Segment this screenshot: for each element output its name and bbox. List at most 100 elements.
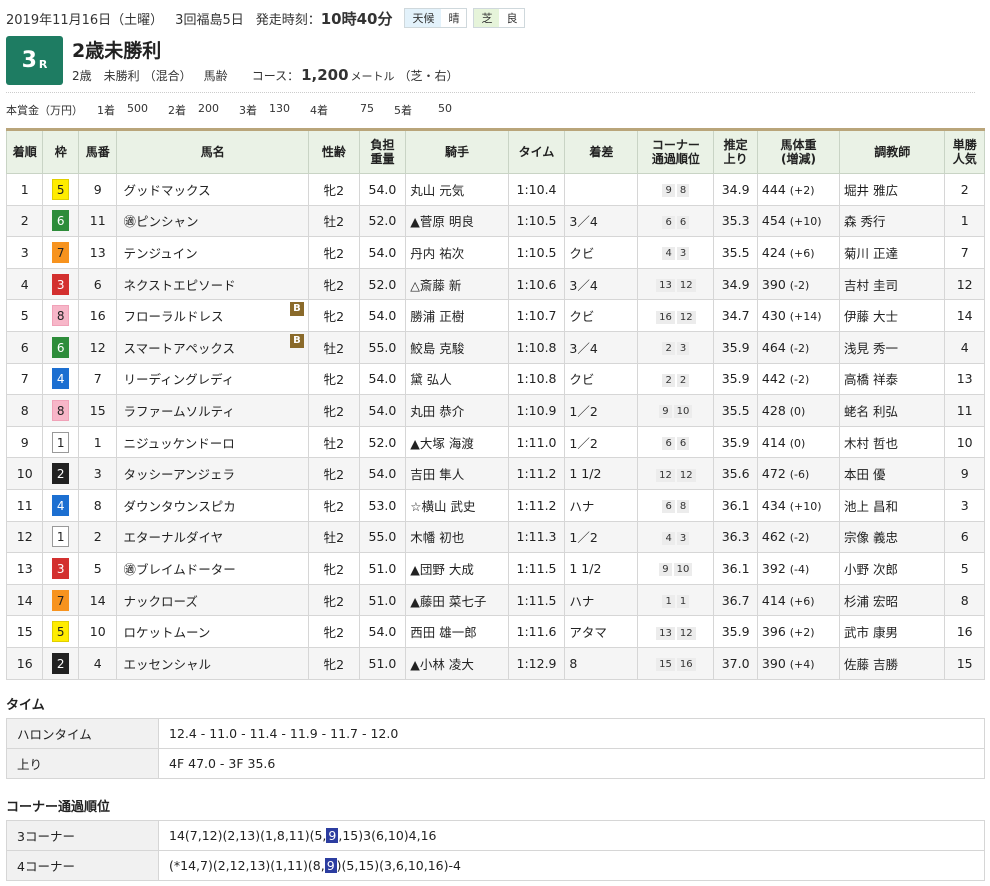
- horse-name[interactable]: グッドマックス: [123, 183, 210, 198]
- carried-weight: 54.0: [358, 394, 407, 427]
- sex-age: 牝2: [307, 267, 360, 301]
- horse-name[interactable]: ダウンタウンスピカ: [123, 499, 235, 514]
- corner3-position: 4: [662, 247, 675, 261]
- horse-name[interactable]: リーディングレディ: [123, 372, 234, 387]
- popularity: 9: [944, 457, 985, 490]
- popularity: 13: [944, 362, 985, 396]
- trainer[interactable]: 小野 次郎: [838, 552, 946, 585]
- horse-number-header: 馬番: [77, 129, 118, 174]
- horse-name[interactable]: エターナルダイヤ: [123, 530, 223, 545]
- trainer[interactable]: 蛯名 利弘: [838, 394, 946, 427]
- trainer[interactable]: 伊藤 大士: [838, 299, 946, 332]
- jockey[interactable]: ▲藤田 菜七子: [405, 583, 509, 617]
- trainer[interactable]: 高橋 祥泰: [838, 362, 946, 396]
- popularity: 15: [944, 646, 985, 680]
- corner-positions: 13 12: [637, 267, 715, 301]
- trainer[interactable]: 本田 優: [838, 457, 946, 490]
- horse-name[interactable]: テンジュイン: [123, 246, 197, 261]
- corner3-position: 9: [662, 184, 675, 198]
- jockey[interactable]: 丸山 元気: [405, 173, 509, 206]
- result-row: 4 3 6 ネクストエピソード 牝2 52.0 △斎藤 新 1:10.6 3／4 13 12 34.9…: [5, 267, 985, 301]
- waku-cell: 8: [42, 394, 79, 427]
- horse-name[interactable]: ㊜ピンシャン: [123, 214, 198, 229]
- horse-name-cell: ダウンタウンスピカ: [116, 488, 309, 522]
- trainer[interactable]: 杉浦 宏昭: [838, 583, 946, 617]
- popularity: 10: [944, 425, 985, 459]
- rank: 13: [5, 552, 44, 585]
- jockey[interactable]: 丸田 恭介: [405, 394, 509, 427]
- trainer[interactable]: 宗像 義忠: [838, 520, 946, 554]
- horse-name[interactable]: ㊜ブレイムドーター: [123, 562, 235, 577]
- waku-badge: 8: [52, 305, 70, 327]
- rank: 7: [5, 362, 44, 396]
- prize-value-5: 50: [438, 102, 452, 115]
- trainer[interactable]: 木村 哲也: [838, 425, 946, 459]
- body-weight-diff: (+14): [789, 310, 822, 324]
- body-weight: 462: [761, 529, 786, 545]
- body-weight: 434: [761, 497, 786, 513]
- trainer[interactable]: 菊川 正達: [838, 236, 946, 269]
- jockey[interactable]: 木幡 初也: [405, 520, 509, 554]
- jockey[interactable]: ▲菅原 明良: [405, 204, 509, 238]
- popularity: 2: [944, 173, 985, 206]
- carried-weight: 51.0: [358, 646, 407, 680]
- jockey[interactable]: 鮫島 克駿: [405, 330, 509, 364]
- trainer[interactable]: 佐藤 吉勝: [838, 646, 946, 680]
- jockey[interactable]: 黛 弘人: [405, 362, 509, 396]
- jockey[interactable]: ▲大塚 海渡: [405, 425, 509, 459]
- rank: 1: [5, 173, 44, 206]
- carried-weight: 54.0: [358, 457, 407, 490]
- turf-label: 芝: [474, 9, 500, 27]
- trainer[interactable]: 吉村 圭司: [838, 267, 946, 301]
- race-age: 2歳: [72, 69, 92, 83]
- horse-name[interactable]: ラファームソルティ: [123, 404, 234, 419]
- race-date: 2019年11月16日（土曜）: [6, 12, 164, 28]
- jockey[interactable]: 吉田 隼人: [405, 457, 509, 490]
- rank: 15: [5, 615, 44, 648]
- last-3f: 35.9: [713, 330, 758, 364]
- trainer[interactable]: 森 秀行: [838, 204, 946, 238]
- corner4-position: 3: [676, 531, 690, 545]
- horse-name[interactable]: ロケットムーン: [123, 625, 210, 640]
- trainer[interactable]: 浅見 秀一: [838, 330, 946, 364]
- sex-age: 牝2: [307, 615, 360, 648]
- horse-name[interactable]: ナックローズ: [123, 594, 197, 609]
- horse-number: 16: [77, 299, 118, 332]
- corner-positions: 9 10: [637, 394, 715, 427]
- corner-header: コーナー 通過順位: [637, 129, 715, 174]
- horse-name[interactable]: タッシーアンジェラ: [123, 467, 235, 482]
- weather-label: 天候: [405, 9, 442, 27]
- horse-name[interactable]: エッセンシャル: [123, 657, 211, 672]
- body-weight-cell: 464 (-2): [756, 330, 841, 364]
- trainer[interactable]: 池上 昌和: [838, 488, 946, 522]
- horse-name[interactable]: ネクストエピソード: [123, 278, 235, 293]
- waku-badge: 5: [52, 178, 70, 200]
- jockey[interactable]: 西田 雄一郎: [405, 615, 509, 648]
- horse-name-cell: グッドマックス: [116, 173, 309, 206]
- start-time: 10時40分: [320, 9, 393, 28]
- horse-name[interactable]: スマートアペックス: [123, 341, 235, 356]
- trainer[interactable]: 堀井 雅広: [838, 173, 946, 206]
- horse-name[interactable]: フローラルドレス: [123, 309, 223, 324]
- corner4-position: 12: [676, 468, 696, 482]
- finish-time: 1:10.8: [507, 362, 566, 396]
- jockey[interactable]: ▲小林 凌大: [405, 646, 509, 680]
- corner4-order-pre: (*14,7)(2,12,13)(1,11)(8,: [169, 858, 325, 873]
- trainer[interactable]: 武市 康男: [838, 615, 946, 648]
- waku-badge: 3: [52, 557, 70, 579]
- jockey[interactable]: ▲団野 大成: [405, 552, 509, 585]
- waku-cell: 7: [42, 583, 79, 617]
- body-weight-cell: 414 (+6): [756, 583, 841, 617]
- sex-age: 牝2: [307, 583, 360, 617]
- body-weight-cell: 442 (-2): [756, 362, 841, 396]
- waku-cell: 8: [42, 299, 79, 332]
- waku-cell: 1: [42, 520, 79, 554]
- jockey[interactable]: △斎藤 新: [405, 267, 509, 301]
- corner-positions: 43: [637, 520, 715, 554]
- jockey[interactable]: ☆横山 武史: [405, 488, 509, 522]
- horse-name[interactable]: ニジュッケンドーロ: [123, 436, 234, 451]
- corner-table: 3コーナー 14(7,12)(2,13)(1,8,11)(5, 9,15)3(6,…: [6, 820, 985, 881]
- jockey[interactable]: 丹内 祐次: [405, 236, 509, 269]
- result-row: 16 2 4 エッセンシャル 牝2 51.0 ▲小林 凌大 1:12.9 8 15 16 37.0 39…: [5, 646, 985, 680]
- jockey[interactable]: 勝浦 正樹: [405, 299, 509, 332]
